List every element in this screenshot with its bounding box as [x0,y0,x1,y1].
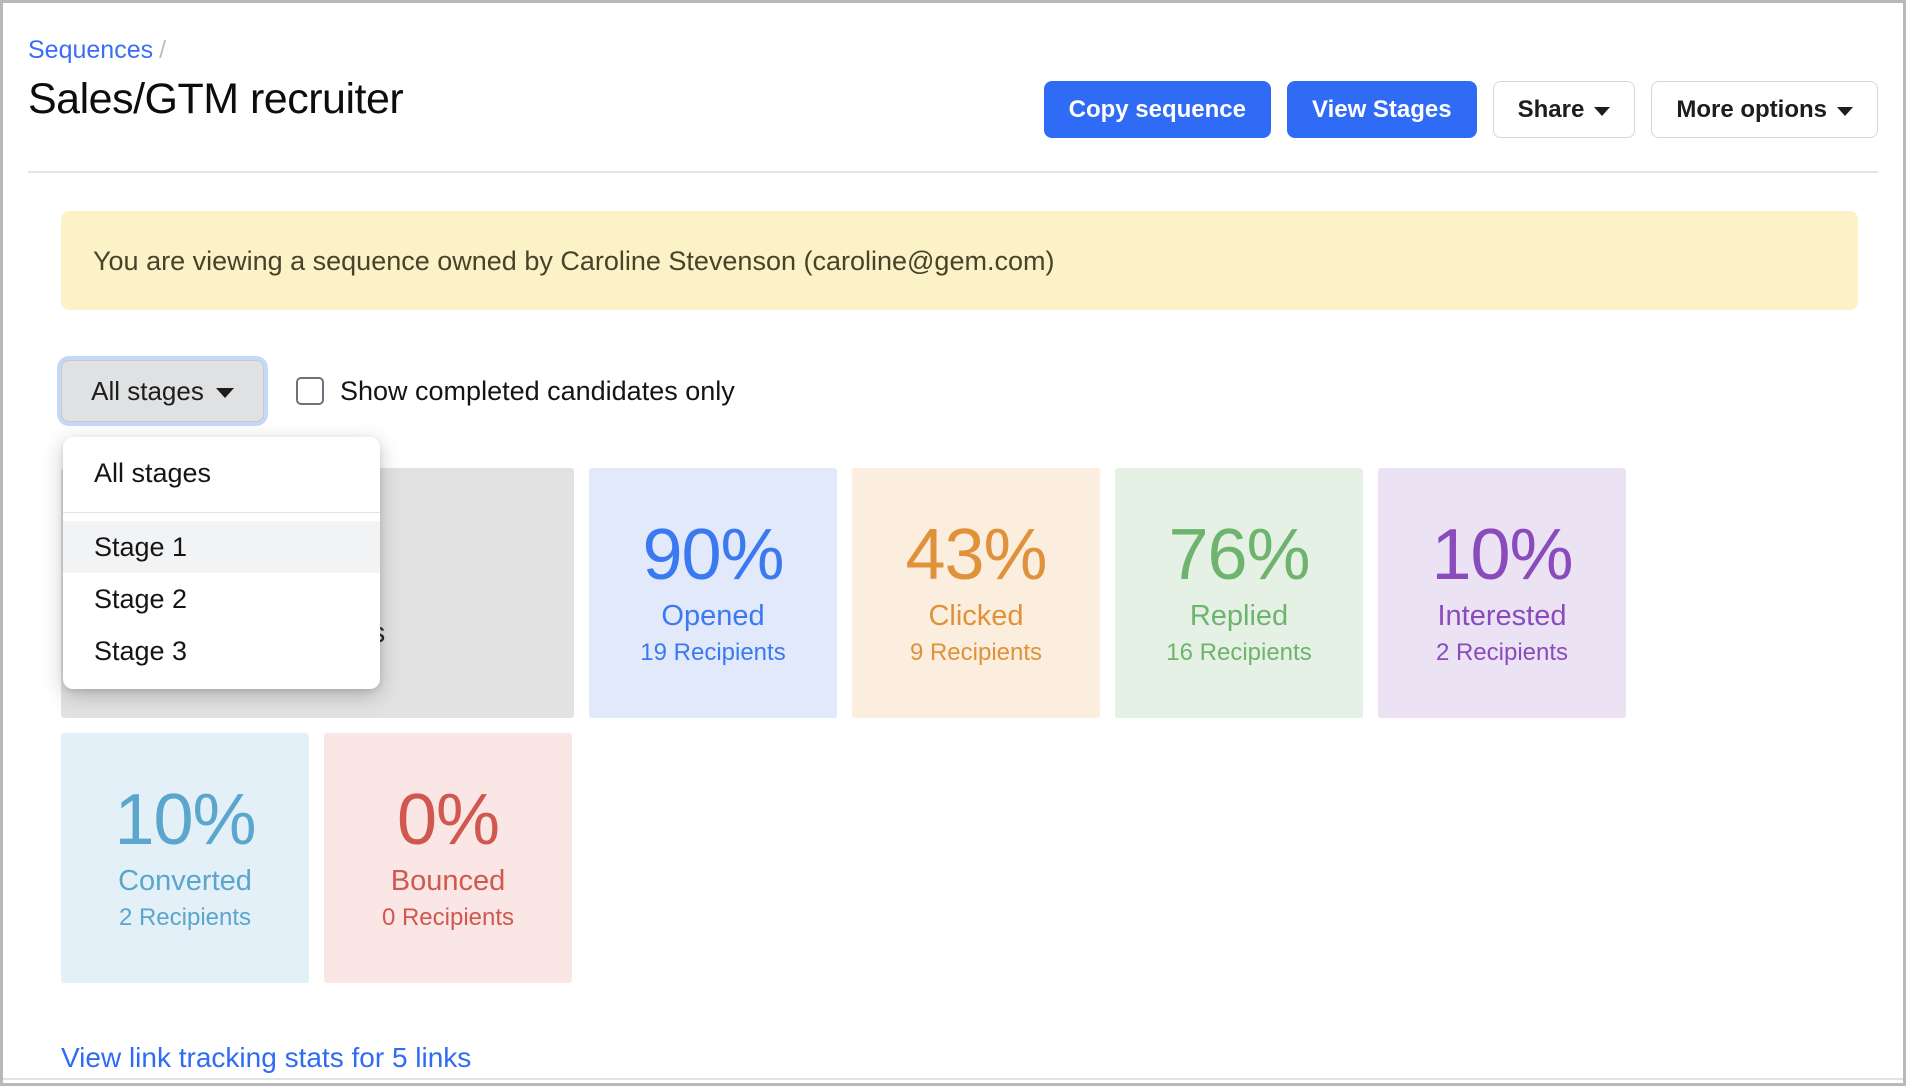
breadcrumb: Sequences / [28,35,172,65]
stat-label: Replied [1189,600,1289,632]
page-title: Sales/GTM recruiter [28,75,404,123]
stat-value: 0% [396,780,500,860]
share-dropdown-button[interactable]: Share [1492,81,1636,138]
ownership-banner: You are viewing a sequence owned by Caro… [61,211,1858,310]
show-completed-checkbox[interactable] [296,377,324,405]
header-actions: Copy sequence View Stages Share More opt… [1043,81,1878,138]
dropdown-item[interactable]: Stage 3 [63,625,380,677]
stat-label: Interested [1437,600,1567,632]
stat-sublabel: 19 Recipients [640,639,786,666]
more-options-dropdown-button[interactable]: More options [1651,81,1878,138]
stage-filter-dropdown-menu: All stages Stage 1 Stage 2 Stage 3 [63,437,380,689]
stat-value: 10% [1431,515,1573,595]
show-completed-label: Show completed candidates only [340,375,735,406]
dropdown-separator [63,512,380,513]
show-completed-checkbox-wrapper[interactable]: Show completed candidates only [296,376,735,407]
breadcrumb-sequences-link[interactable]: Sequences [28,36,153,64]
stat-sublabel: 16 Recipients [1166,639,1312,666]
stat-sublabel: 0 Recipients [381,904,515,931]
more-options-label: More options [1676,95,1827,123]
stat-card: 10% Converted 2 Recipients [61,733,309,983]
app-window: Sequences / Sales/GTM recruiter Copy sequ… [0,0,1906,1086]
chevron-down-icon [1594,106,1611,116]
stat-sublabel: 2 Recipients [1435,639,1569,666]
filter-row: All stages Show completed candidates onl… [61,360,735,422]
view-link-tracking-stats-link[interactable]: View link tracking stats for 5 links [61,1042,471,1074]
stat-card: 76% Replied 16 Recipients [1115,468,1363,718]
stage-filter-select[interactable]: All stages [61,360,264,422]
stat-label: Bounced [390,865,506,897]
ownership-banner-text: You are viewing a sequence owned by Caro… [93,245,1055,276]
copy-sequence-label: Copy sequence [1068,95,1246,123]
stat-card: 0% Bounced 0 Recipients [324,733,572,983]
share-label: Share [1517,95,1585,123]
stage-filter-value: All stages [91,375,204,406]
stat-value: 90% [642,515,784,595]
dropdown-item[interactable]: All stages [63,447,380,499]
copy-sequence-button[interactable]: Copy sequence [1043,81,1271,138]
dropdown-item[interactable]: Stage 2 [63,573,380,625]
breadcrumb-separator: / [159,36,167,64]
stat-card: 10% Interested 2 Recipients [1378,468,1626,718]
view-stages-button[interactable]: View Stages [1287,81,1477,138]
stat-sublabel: 2 Recipients [118,904,252,931]
stat-card: 90% Opened 19 Recipients [589,468,837,718]
stat-label: Converted [118,865,252,897]
page-header: Sequences / Sales/GTM recruiter Copy sequ… [28,21,1878,171]
chevron-down-icon [1837,106,1853,116]
stat-value: 43% [905,515,1047,595]
bottom-divider [3,1078,1903,1080]
stat-value: 10% [114,780,256,860]
stat-sublabel: 9 Recipients [909,639,1043,666]
view-stages-label: View Stages [1312,95,1452,123]
stat-card: 43% Clicked 9 Recipients [852,468,1100,718]
stat-label: Opened [661,600,765,632]
header-divider [28,171,1878,173]
stat-value: 76% [1168,515,1310,595]
stat-label: Clicked [928,600,1024,632]
chevron-down-icon [215,387,234,398]
dropdown-item[interactable]: Stage 1 [63,521,380,573]
